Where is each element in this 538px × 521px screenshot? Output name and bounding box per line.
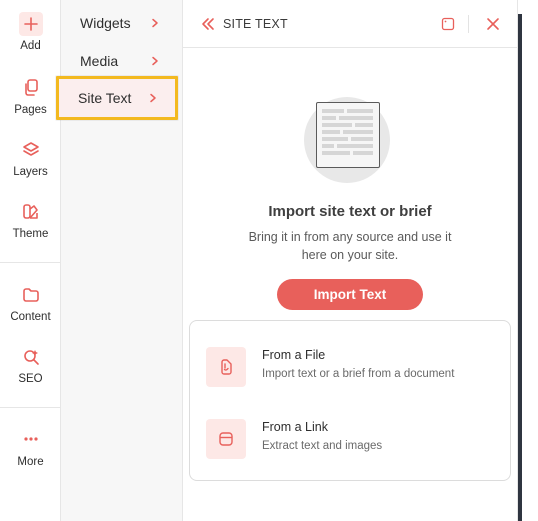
submenu: Widgets Media Site Text (56, 0, 183, 521)
empty-state-title: Import site text or brief (268, 203, 432, 220)
folder-icon (19, 283, 43, 307)
submenu-item-label: Site Text (78, 90, 132, 106)
submenu-item-media[interactable]: Media (61, 43, 183, 79)
file-upload-icon (206, 347, 246, 387)
rail-item-label: Pages (14, 104, 47, 116)
chevron-right-icon (150, 93, 156, 103)
rail-item-label: SEO (18, 373, 43, 385)
chevron-right-icon (152, 18, 158, 28)
option-from-link[interactable]: From a Link Extract text and images (190, 413, 510, 469)
rail-item-add[interactable]: Add (0, 12, 61, 52)
rail-item-label: Add (20, 40, 41, 52)
plus-icon (18, 12, 43, 36)
submenu-item-site-text[interactable]: Site Text (56, 76, 178, 120)
rail-item-seo[interactable]: SEO (0, 345, 61, 385)
double-chevron-left-icon[interactable] (200, 16, 216, 32)
panel-title: SITE TEXT (223, 17, 288, 31)
import-options-card: From a File Import text or a brief from … (189, 320, 511, 481)
rail-item-theme[interactable]: Theme (0, 200, 61, 240)
option-description: Import text or a brief from a document (262, 368, 455, 380)
rail-item-pages[interactable]: Pages (0, 76, 61, 116)
document-icon (316, 102, 380, 168)
left-rail: Add Pages Layers Theme Content SEO More (0, 0, 61, 521)
rail-item-content[interactable]: Content (0, 283, 61, 323)
rail-item-more[interactable]: More (0, 428, 61, 468)
panel-header: SITE TEXT (183, 0, 517, 48)
option-title: From a Link (262, 420, 328, 434)
pages-icon (19, 76, 43, 100)
option-description: Extract text and images (262, 440, 383, 452)
option-from-file[interactable]: From a File Import text or a brief from … (190, 341, 510, 397)
empty-state-description: Bring it in from any source and use it h… (248, 230, 452, 262)
submenu-item-label: Media (80, 53, 119, 69)
more-icon (19, 428, 43, 452)
rail-divider (0, 407, 61, 408)
layers-icon (19, 138, 43, 162)
seo-icon (19, 345, 43, 369)
rail-item-layers[interactable]: Layers (0, 138, 61, 178)
submenu-item-label: Widgets (80, 15, 131, 31)
site-text-panel: SITE TEXT Import site text or brief Brin… (183, 0, 517, 521)
close-icon[interactable] (485, 16, 501, 32)
rail-item-label: Layers (13, 166, 48, 178)
submenu-item-widgets[interactable]: Widgets (61, 5, 183, 41)
document-illustration (304, 97, 390, 183)
help-icon[interactable] (441, 17, 455, 31)
option-title: From a File (262, 348, 326, 362)
rail-item-label: Content (10, 311, 51, 323)
rail-item-label: Theme (12, 228, 49, 240)
theme-icon (19, 200, 43, 224)
rail-divider (0, 262, 61, 263)
header-divider (468, 15, 469, 33)
canvas-scrollbar[interactable] (518, 14, 522, 521)
chevron-right-icon (152, 56, 158, 66)
import-text-button[interactable]: Import Text (277, 279, 423, 310)
link-window-icon (206, 419, 246, 459)
rail-item-label: More (17, 456, 44, 468)
